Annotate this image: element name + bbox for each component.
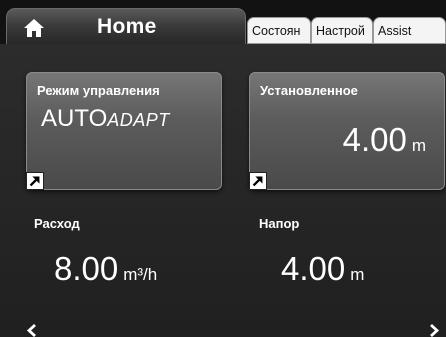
head-label: Напор xyxy=(259,216,300,231)
setpoint-unit: m xyxy=(411,136,426,155)
setpoint-value: 4.00 m xyxy=(343,121,426,159)
flow-number: 8.00 xyxy=(54,250,119,287)
control-mode-value: AUTOADAPT xyxy=(41,105,170,133)
setpoint-number: 4.00 xyxy=(342,121,407,158)
tab-status-label: Состоян xyxy=(252,24,301,38)
head-value: 4.00 m xyxy=(281,250,364,288)
setpoint-title: Установленное xyxy=(260,83,358,98)
home-icon xyxy=(24,19,44,37)
arrow-up-right-icon xyxy=(26,172,44,190)
setpoint-card[interactable]: Установленное 4.00 m xyxy=(249,72,445,190)
flow-label: Расход xyxy=(34,216,80,231)
tab-assist-label: Assist xyxy=(378,24,412,38)
flow-unit: m³/h xyxy=(123,265,158,284)
tab-home[interactable]: Home xyxy=(6,8,246,46)
control-mode-title: Режим управления xyxy=(37,83,160,98)
tab-settings[interactable]: Настрой xyxy=(311,17,373,44)
chevron-left-icon[interactable] xyxy=(26,324,38,337)
tab-assist[interactable]: Assist xyxy=(373,17,446,44)
tab-status[interactable]: Состоян xyxy=(247,17,311,44)
control-mode-card[interactable]: Режим управления AUTOADAPT xyxy=(26,72,222,190)
tab-home-label: Home xyxy=(97,15,157,38)
arrow-up-right-icon xyxy=(249,172,267,190)
tab-settings-label: Настрой xyxy=(316,24,365,38)
chevron-right-icon[interactable] xyxy=(428,324,440,337)
home-panel: Режим управления AUTOADAPT Установленное… xyxy=(0,44,446,337)
flow-value: 8.00 m³/h xyxy=(54,250,157,288)
head-number: 4.00 xyxy=(281,250,346,287)
tab-bar: Home Состоян Настрой Assist xyxy=(0,0,446,46)
control-mode-auto: AUTO xyxy=(41,105,108,132)
control-mode-adapt: ADAPT xyxy=(107,110,170,130)
head-unit: m xyxy=(350,265,365,284)
